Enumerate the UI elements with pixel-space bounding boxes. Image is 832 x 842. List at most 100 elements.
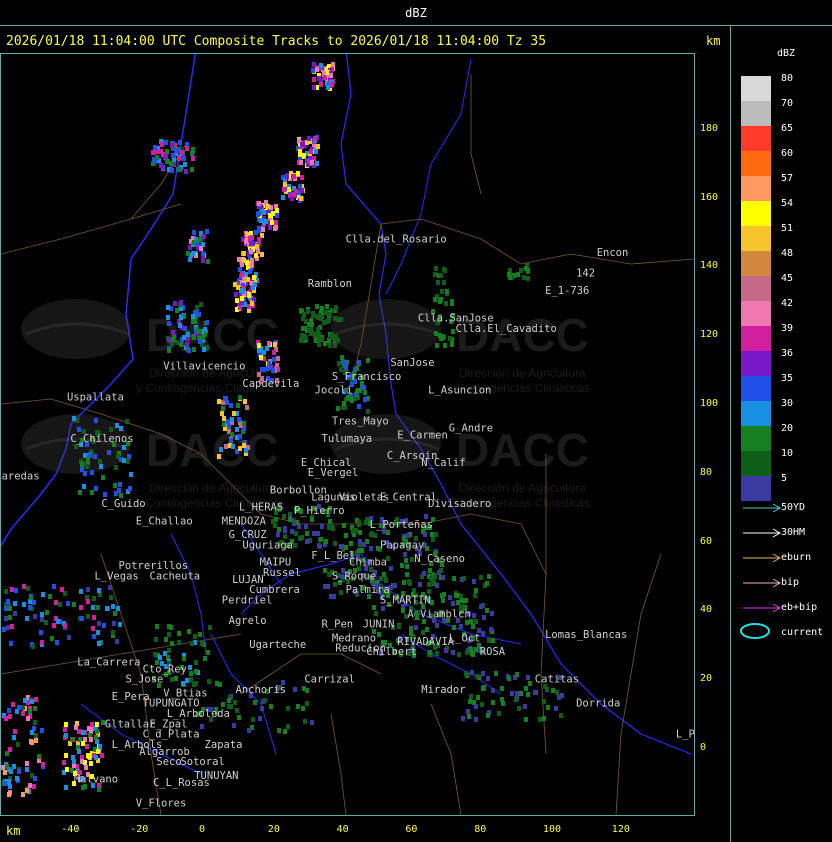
x-tick-label: 0 [199, 824, 206, 835]
window-titlebar: dBZ [0, 0, 832, 26]
svg-text:DACC: DACC [146, 424, 279, 476]
place-label: C_L_Rosas [153, 777, 210, 789]
current-label: current [781, 627, 824, 638]
place-label: Carrizal [304, 674, 355, 686]
place-label: Uguriaga [242, 539, 293, 551]
place-label: La_Carrera [77, 656, 140, 668]
place-label: Lomas_Blancas [545, 629, 627, 641]
place-label: R_Pen [322, 619, 354, 631]
map-canvas[interactable]: DACCDirección de Agriculturay Contingenc… [1, 54, 694, 815]
legend-swatch-57 [741, 176, 771, 201]
legend-swatch-42 [741, 301, 771, 326]
x-tick-label: 120 [611, 824, 630, 835]
dacc-logo: DACCDirección de Agriculturay Contingenc… [21, 299, 280, 395]
place-label: Mirador [421, 684, 465, 696]
legend-label-60: 60 [781, 148, 794, 159]
svg-text:Dirección de Agricultura: Dirección de Agricultura [459, 481, 586, 495]
place-label: L_Oct [449, 632, 481, 644]
place-label: N_Calif [421, 457, 465, 469]
y-tick-label: 160 [700, 191, 719, 203]
km-unit-top: km [706, 34, 721, 48]
legend-label-30: 30 [781, 398, 794, 409]
road-line [430, 703, 462, 815]
track-label-eb+bip: eb+bip [781, 602, 818, 613]
track-label-50YD: 50YD [781, 502, 806, 513]
legend-swatch-54 [741, 201, 771, 226]
track-label-eburn: eburn [781, 552, 812, 563]
road-line [470, 74, 482, 195]
svg-text:Dirección de Agricultura: Dirección de Agricultura [149, 481, 276, 495]
place-label: Capdevila [242, 378, 299, 390]
place-label: MENDOZA [222, 515, 267, 527]
river-north [385, 58, 472, 295]
legend-label-35: 35 [781, 373, 794, 384]
place-label: S_Jose [125, 674, 163, 686]
legend-label-20: 20 [781, 423, 794, 434]
y-tick-label: 120 [700, 329, 719, 341]
place-label: Uspallata [67, 392, 124, 404]
y-tick-label: 20 [700, 673, 713, 685]
place-label: L_PAZ [676, 729, 694, 741]
place-label: S_MARTIN [380, 595, 431, 607]
place-label: C_Guido [101, 498, 145, 510]
place-label: L_Vegas [94, 570, 138, 582]
current-ellipse-icon [740, 623, 770, 639]
place-label: Russel [263, 567, 301, 579]
legend-label-54: 54 [781, 198, 794, 209]
x-tick-label: 60 [405, 824, 418, 835]
radar-map[interactable]: DACC Dirección de Agricultura y Contingenc… [0, 53, 695, 816]
legend-label-5: 5 [781, 473, 788, 484]
track-arrow-30HM [743, 528, 782, 538]
place-label: Dorrida [576, 698, 620, 710]
place-label: E_1-736 [545, 285, 589, 297]
place-label: JUNIN [363, 619, 395, 631]
x-tick-label: 20 [267, 824, 280, 835]
y-tick-label: 140 [700, 260, 719, 272]
place-label: Jocoli [315, 385, 353, 397]
place-label: Clla.El_Cavadito [456, 323, 557, 335]
road-line [1, 203, 182, 255]
x-tick-label: 100 [543, 824, 562, 835]
place-label: Encon [597, 247, 629, 259]
legend-swatch-80 [741, 76, 771, 101]
place-label: 142 [576, 268, 595, 280]
place-label: Malvano [74, 773, 118, 785]
place-label: Chilbert [366, 646, 417, 658]
legend-swatch-35 [741, 376, 771, 401]
legend-label-70: 70 [781, 98, 794, 109]
y-tick-label: 180 [700, 122, 719, 134]
legend-swatch-36 [741, 351, 771, 376]
km-unit-bottom: km [6, 824, 21, 838]
road-line [615, 553, 662, 815]
place-label: L_Porteñas [370, 519, 433, 531]
road-line [330, 713, 347, 815]
legend-swatch-65 [741, 126, 771, 151]
legend-label-39: 39 [781, 323, 794, 334]
legend-label-42: 42 [781, 298, 794, 309]
legend-label-65: 65 [781, 123, 794, 134]
x-tick-label: -20 [130, 824, 149, 835]
place-label: E_Challao [136, 515, 193, 527]
place-label: Tulumaya [322, 433, 373, 445]
place-label: G_Andre [449, 423, 493, 435]
legend-swatch-5 [741, 476, 771, 501]
legend-label-51: 51 [781, 223, 794, 234]
place-label: Sotoral [180, 756, 224, 768]
track-label-30HM: 30HM [781, 527, 806, 538]
place-label: ROSA [480, 646, 506, 658]
legend-swatch-20 [741, 426, 771, 451]
place-label: Catitas [535, 674, 579, 686]
place-label: Cacheuta [150, 570, 201, 582]
legend-swatch-30 [741, 401, 771, 426]
headline: 2026/01/18 11:04:00 UTC Composite Tracks… [6, 34, 547, 49]
legend-swatch-45 [741, 276, 771, 301]
track-arrow-eb+bip [743, 603, 782, 613]
place-label: Anchoris [236, 684, 287, 696]
place-label: Villavicencio [163, 361, 245, 373]
track-label-bip: bip [781, 577, 800, 588]
place-label: SanJose [390, 357, 434, 369]
legend-label-36: 36 [781, 348, 794, 359]
legend-label-48: 48 [781, 248, 794, 259]
y-tick-label: 0 [700, 742, 707, 753]
legend-swatch-48 [741, 251, 771, 276]
